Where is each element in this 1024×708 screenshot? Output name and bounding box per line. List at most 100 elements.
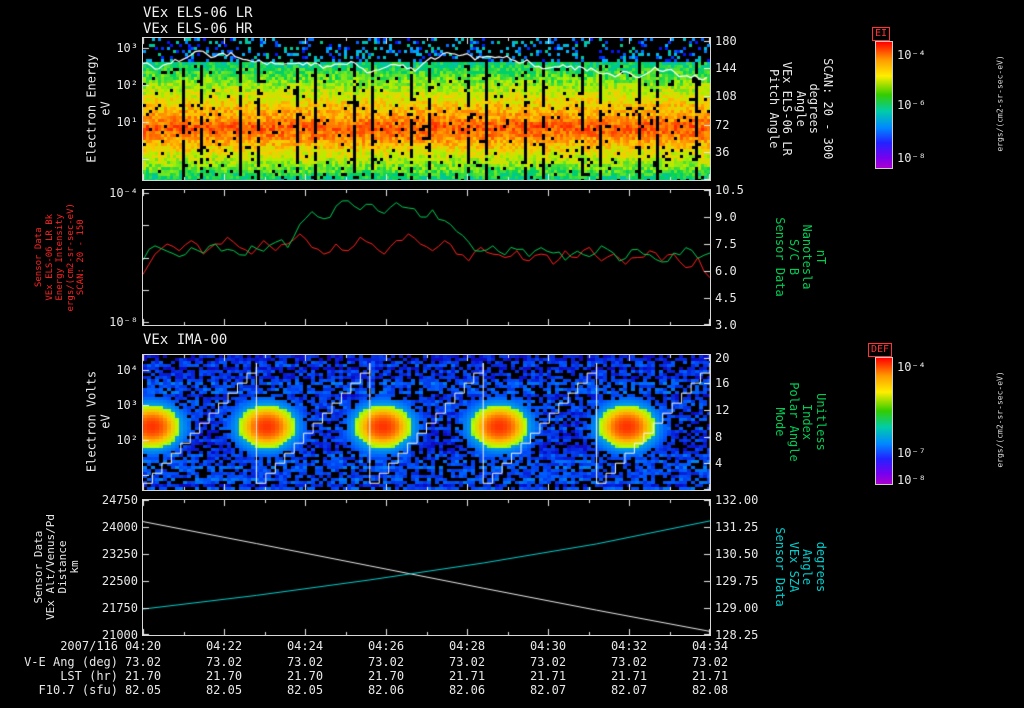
axis-tick-label: 180 bbox=[715, 33, 737, 48]
table-value: 82.07 bbox=[610, 683, 648, 697]
table-value: 21.70 bbox=[124, 669, 162, 683]
axis-tick-label: 10³ bbox=[116, 40, 138, 55]
axis-tick-label: 10² bbox=[116, 77, 138, 92]
ima-colorbar-label: DEF bbox=[868, 343, 893, 357]
intensity-bfield-panel bbox=[142, 189, 711, 326]
axis-tick-label: 10⁻⁴ bbox=[109, 185, 138, 200]
table-value: 21.70 bbox=[205, 669, 243, 683]
els-colorbar-ticks: 10⁻⁴ 10⁻⁶ 10⁻⁸ bbox=[897, 42, 941, 168]
time-tick-label: 04:34 bbox=[691, 639, 729, 653]
table-value: 73.02 bbox=[367, 655, 405, 669]
axis-tick-label: 23250 bbox=[101, 547, 138, 561]
axis-tick-label: 72 bbox=[715, 117, 730, 132]
table-value: 21.70 bbox=[286, 669, 324, 683]
table-value: 21.71 bbox=[691, 669, 729, 683]
table-row-values-f107: 82.05 82.05 82.05 82.06 82.06 82.07 82.07 82.08 bbox=[125, 683, 728, 697]
altitude-sza-canvas bbox=[143, 500, 710, 635]
colorbar-tick-label: 10⁻⁴ bbox=[897, 47, 926, 62]
table-value: 82.06 bbox=[367, 683, 405, 697]
time-tick-label: 04:32 bbox=[610, 639, 648, 653]
intensity-left-tick-labels: 10⁻⁴ 10⁻⁸ bbox=[86, 186, 138, 330]
table-value: 82.06 bbox=[448, 683, 486, 697]
axis-tick-label: 130.50 bbox=[715, 547, 759, 561]
els-colorbar-label: EI bbox=[872, 27, 891, 41]
table-value: 82.05 bbox=[286, 683, 324, 697]
ima-title: VEx IMA-00 bbox=[143, 332, 228, 348]
table-value: 82.07 bbox=[529, 683, 567, 697]
table-value: 82.08 bbox=[691, 683, 729, 697]
altitude-left-tick-labels: 24750 24000 23250 22500 21750 21000 bbox=[86, 493, 138, 642]
axis-tick-label: 22500 bbox=[101, 574, 138, 588]
colorbar-tick-label: 10⁻⁸ bbox=[897, 473, 926, 488]
table-value: 21.71 bbox=[529, 669, 567, 683]
axis-tick-label: 24000 bbox=[101, 520, 138, 534]
axis-tick-label: 144 bbox=[715, 60, 737, 75]
sza-right-tick-labels: 132.00 131.25 130.50 129.75 129.00 128.25 bbox=[715, 493, 761, 642]
time-axis-labels: 04:20 04:22 04:24 04:26 04:28 04:30 04:32 04:34 bbox=[125, 639, 728, 653]
axis-tick-label: 21750 bbox=[101, 601, 138, 615]
bfield-right-tick-labels: 10.5 9.0 7.5 6.0 4.5 3.0 bbox=[715, 183, 761, 332]
colorbar-tick-label: 10⁻⁶ bbox=[897, 98, 926, 112]
els-right-tick-labels: 180 144 108 72 36 bbox=[715, 34, 761, 180]
axis-tick-label: 132.00 bbox=[715, 493, 759, 507]
table-value: 73.02 bbox=[691, 655, 729, 669]
ima-spectrogram-canvas bbox=[143, 355, 710, 490]
axis-tick-label: 4.5 bbox=[715, 291, 737, 305]
axis-tick-label: 108 bbox=[715, 89, 737, 104]
table-value: 73.02 bbox=[124, 655, 162, 669]
time-tick-label: 04:24 bbox=[286, 639, 324, 653]
ima-colorbar bbox=[875, 357, 893, 485]
axis-tick-label: 10⁻⁸ bbox=[109, 315, 138, 330]
altitude-sza-panel bbox=[142, 499, 711, 636]
axis-tick-label: 12 bbox=[715, 403, 730, 418]
sza-axis-label: degrees Angle VEx SZA Sensor Data bbox=[773, 527, 829, 607]
table-row-label-veang: V-E Ang (deg) bbox=[24, 655, 118, 669]
axis-tick-label: 10² bbox=[116, 433, 138, 448]
table-value: 82.05 bbox=[205, 683, 243, 697]
axis-tick-label: 9.0 bbox=[715, 210, 737, 224]
axis-tick-label: 129.75 bbox=[715, 574, 759, 588]
colorbar-tick-label: 10⁻⁸ bbox=[897, 150, 926, 165]
colorbar-tick-label: 10⁻⁴ bbox=[897, 359, 926, 374]
axis-tick-label: 3.0 bbox=[715, 318, 737, 332]
time-tick-label: 04:26 bbox=[367, 639, 405, 653]
table-row-label-lst: LST (hr) bbox=[60, 669, 118, 683]
axis-tick-label: 36 bbox=[715, 144, 730, 159]
time-tick-label: 04:22 bbox=[205, 639, 243, 653]
axis-tick-label: 10⁴ bbox=[116, 362, 138, 377]
els-colorbar-units-label: ergs/(cm2-sr-sec-eV) bbox=[995, 55, 1005, 152]
table-value: 73.02 bbox=[286, 655, 324, 669]
table-value: 73.02 bbox=[448, 655, 486, 669]
time-tick-label: 04:20 bbox=[124, 639, 162, 653]
ima-spectrogram-panel bbox=[142, 354, 711, 491]
table-value: 21.70 bbox=[367, 669, 405, 683]
axis-tick-label: 4 bbox=[715, 456, 723, 470]
table-value: 82.05 bbox=[124, 683, 162, 697]
colorbar-tick-label: 10⁻⁷ bbox=[897, 445, 926, 460]
axis-tick-label: 16 bbox=[715, 376, 730, 391]
els-left-tick-labels: 10³ 10² 10¹ bbox=[86, 38, 138, 180]
axis-tick-label: 131.25 bbox=[715, 520, 759, 534]
table-value: 21.71 bbox=[448, 669, 486, 683]
axis-tick-label: 10¹ bbox=[116, 114, 138, 129]
time-tick-label: 04:28 bbox=[448, 639, 486, 653]
axis-tick-label: 20 bbox=[715, 350, 730, 365]
axis-tick-label: 6.0 bbox=[715, 264, 737, 278]
table-value: 21.71 bbox=[610, 669, 648, 683]
ima-colorbar-ticks: 10⁻⁴ 10⁻⁷ 10⁻⁸ bbox=[897, 358, 941, 488]
table-value: 73.02 bbox=[205, 655, 243, 669]
axis-tick-label: 7.5 bbox=[715, 237, 737, 251]
ima-colorbar-units-label: ergs/(cm2-sr-sec-eV) bbox=[995, 371, 1005, 468]
intensity-bfield-canvas bbox=[143, 190, 710, 325]
time-tick-label: 04:30 bbox=[529, 639, 567, 653]
table-row-values-lst: 21.70 21.70 21.70 21.70 21.71 21.71 21.71 21.71 bbox=[125, 669, 728, 683]
date-label: 2007/116 bbox=[60, 639, 118, 653]
axis-tick-label: 24750 bbox=[101, 493, 138, 507]
table-row-label-f107: F10.7 (sfu) bbox=[38, 683, 118, 697]
table-row-values-veang: 73.02 73.02 73.02 73.02 73.02 73.02 73.02 73.02 bbox=[125, 655, 728, 669]
axis-tick-label: 8 bbox=[715, 430, 723, 445]
els-hr-title: VEx ELS-06 HR bbox=[143, 21, 253, 37]
vex-multi-panel-plot: VEx ELS-06 LR VEx ELS-06 HR VEx IMA-00 E… bbox=[0, 0, 1024, 708]
ima-right-tick-labels: 20 16 12 8 4 bbox=[715, 351, 761, 490]
table-value: 73.02 bbox=[529, 655, 567, 669]
